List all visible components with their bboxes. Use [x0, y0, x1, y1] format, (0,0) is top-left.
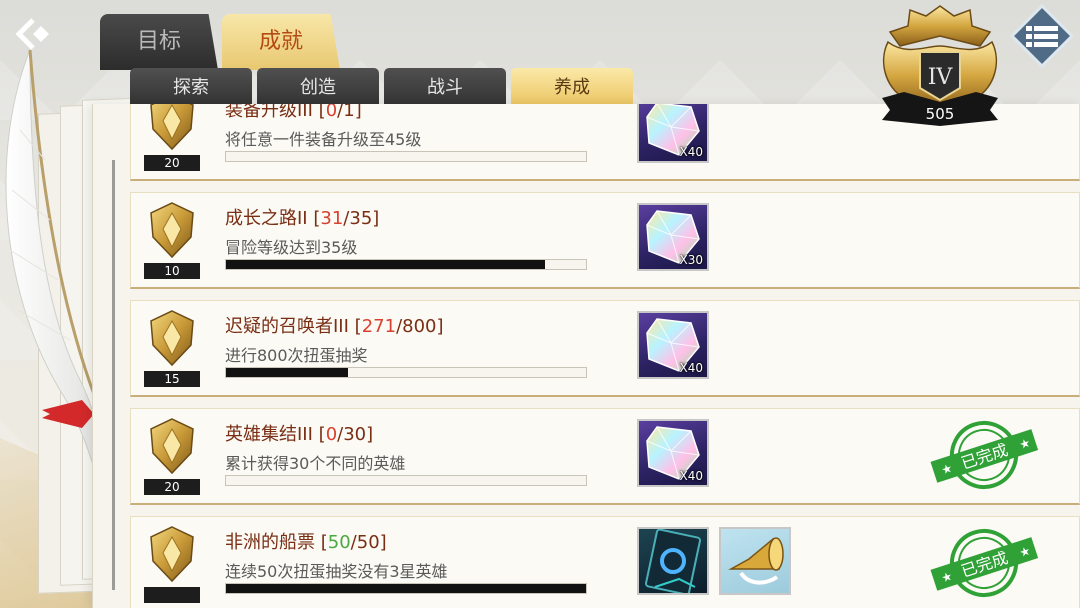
subtab-nurture[interactable]: 养成	[511, 68, 633, 104]
back-arrow-icon	[15, 18, 49, 50]
achievement-title: 成长之路II [31/35]	[225, 208, 380, 229]
achievement-name: 非洲的船票	[225, 532, 315, 553]
subtab-label: 创造	[300, 77, 336, 98]
progress-current: 271	[361, 316, 397, 337]
achievement-title: 装备升级III [0/1]	[225, 104, 362, 122]
completed-stamp[interactable]: ★ ★ 已完成	[929, 415, 1039, 495]
progress-bar	[225, 151, 587, 162]
achievement-name: 迟疑的召唤者III	[225, 316, 349, 337]
reward-item[interactable]: X40	[637, 311, 709, 379]
achievement-name: 装备升级III	[225, 104, 313, 121]
scroll-track[interactable]	[112, 160, 115, 590]
achievement-title: 迟疑的召唤者III [271/800]	[225, 316, 444, 337]
progress-total: 1	[343, 104, 355, 121]
achievement-shield-icon	[150, 418, 194, 475]
progress-total: 800	[402, 316, 437, 337]
achievement-description: 进行800次扭蛋抽奖	[225, 346, 368, 365]
menu-button[interactable]	[1010, 4, 1074, 68]
subtab-explore[interactable]: 探索	[130, 68, 252, 104]
subtab-label: 养成	[554, 77, 590, 98]
tab-label: 成就	[258, 29, 303, 54]
achievement-name: 成长之路II	[225, 208, 308, 229]
achievement-row[interactable]: 非洲的船票 [50/50] 连续50次扭蛋抽奖没有3星英雄 ★ ★ 已完成	[130, 516, 1080, 608]
reward-quantity: X40	[679, 469, 704, 483]
reward-item[interactable]: X40	[637, 104, 709, 163]
reward-quantity: X40	[679, 145, 704, 159]
achievement-row[interactable]: 20 英雄集结III [0/30] 累计获得30个不同的英雄 X40 ★ ★ 已…	[130, 408, 1080, 505]
tab-goal[interactable]: 目标	[100, 14, 218, 70]
achievement-description: 连续50次扭蛋抽奖没有3星英雄	[225, 562, 448, 581]
achievement-points-badge: 10	[144, 263, 200, 279]
subtab-battle[interactable]: 战斗	[384, 68, 506, 104]
achievement-points-badge: 15	[144, 371, 200, 387]
back-button[interactable]	[14, 16, 54, 52]
tab-label: 目标	[136, 29, 181, 54]
progress-bar	[225, 259, 587, 270]
achievement-title: 英雄集结III [0/30]	[225, 424, 374, 445]
subtab-label: 战斗	[427, 77, 463, 98]
progress-total: 50	[356, 532, 380, 553]
rank-emblem[interactable]: IV 505	[874, 2, 1006, 134]
points-text: 505	[926, 105, 955, 123]
progress-fill	[226, 584, 586, 593]
progress-current: 0	[325, 104, 338, 121]
achievement-row[interactable]: 15 迟疑的召唤者III [271/800] 进行800次扭蛋抽奖 X40	[130, 300, 1080, 397]
progress-current: 31	[320, 208, 344, 229]
achievement-description: 累计获得30个不同的英雄	[225, 454, 406, 473]
achievement-description: 冒险等级达到35级	[225, 238, 358, 257]
reward-item[interactable]: X30	[637, 203, 709, 271]
achievement-points-badge: 20	[144, 155, 200, 171]
progress-current: 0	[325, 424, 338, 445]
progress-fill	[226, 260, 545, 269]
tab-achievement[interactable]: 成就	[222, 14, 340, 70]
achievement-shield-icon	[150, 104, 194, 151]
golden-horn-icon	[728, 537, 784, 585]
progress-total: 30	[343, 424, 367, 445]
achievement-points-badge	[144, 587, 200, 603]
progress-bar	[225, 367, 587, 378]
reward-item[interactable]	[637, 527, 709, 595]
achievement-title: 非洲的船票 [50/50]	[225, 532, 387, 553]
rank-text: IV	[928, 65, 954, 90]
achievement-shield-icon	[150, 310, 194, 367]
achievement-name: 英雄集结III	[225, 424, 313, 445]
progress-bar	[225, 583, 587, 594]
achievement-row[interactable]: 10 成长之路II [31/35] 冒险等级达到35级 X30	[130, 192, 1080, 289]
menu-icon	[1026, 26, 1058, 47]
achievement-shield-icon	[150, 202, 194, 259]
progress-bar	[225, 475, 587, 486]
progress-current: 50	[327, 532, 351, 553]
achievement-list[interactable]: 20 装备升级III [0/1] 将任意一件装备升级至45级 X40 10 成长…	[130, 104, 1080, 608]
progress-fill	[226, 368, 349, 377]
reward-item[interactable]	[719, 527, 791, 595]
reward-quantity: X30	[679, 253, 704, 267]
completed-stamp[interactable]: ★ ★ 已完成	[929, 523, 1039, 603]
subtab-label: 探索	[173, 77, 209, 98]
reward-quantity: X40	[679, 361, 704, 375]
subtab-create[interactable]: 创造	[257, 68, 379, 104]
achievement-shield-icon	[150, 526, 194, 583]
achievement-points-badge: 20	[144, 479, 200, 495]
hero-card-icon	[645, 529, 701, 593]
achievement-description: 将任意一件装备升级至45级	[225, 130, 422, 149]
reward-item[interactable]: X40	[637, 419, 709, 487]
progress-total: 35	[349, 208, 373, 229]
bookmark-ribbon-icon	[42, 400, 94, 428]
